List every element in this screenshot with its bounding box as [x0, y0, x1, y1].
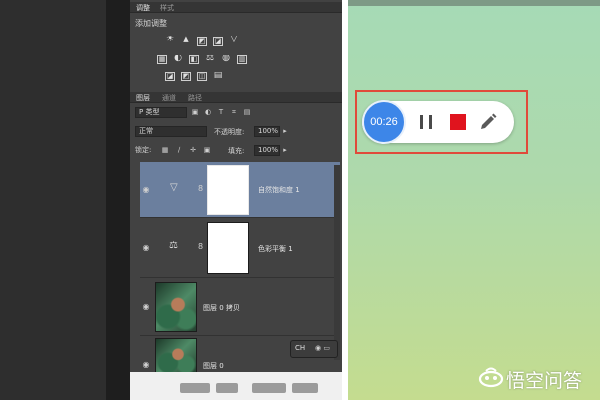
- layer-name[interactable]: 图层 0 拷贝: [203, 303, 240, 313]
- pen-icon[interactable]: [477, 111, 499, 133]
- lock-image-icon[interactable]: ∕: [174, 145, 184, 155]
- vibrance-icon[interactable]: ▽: [229, 36, 239, 45]
- opacity-dropdown-arrow-icon[interactable]: ▸: [280, 126, 290, 136]
- blurred-text: [252, 383, 286, 393]
- filter-adjustment-icon[interactable]: ◐: [203, 107, 213, 117]
- curves-icon[interactable]: ◩: [197, 37, 207, 46]
- blend-mode-select[interactable]: 正常: [135, 126, 207, 137]
- left-panel-edge: [106, 0, 130, 400]
- pause-bar: [420, 115, 423, 129]
- channel-mixer-icon[interactable]: ◍: [221, 55, 231, 64]
- hue-saturation-icon[interactable]: ▦: [157, 55, 167, 64]
- channels-mini-panel[interactable]: CH ◉ ▭: [290, 340, 338, 358]
- posterize-icon[interactable]: ◩: [181, 72, 191, 81]
- blurred-text: [180, 383, 210, 393]
- pause-button[interactable]: [418, 113, 434, 131]
- color-balance-icon[interactable]: ◐: [173, 55, 183, 64]
- filter-shape-icon[interactable]: ⌗: [229, 107, 239, 117]
- layers-scrollbar[interactable]: [334, 165, 340, 360]
- filter-pixel-icon[interactable]: ▣: [190, 107, 200, 117]
- filter-smart-object-icon[interactable]: ▤: [242, 107, 252, 117]
- link-icon[interactable]: 8: [198, 242, 203, 251]
- tab-styles[interactable]: 样式: [160, 3, 174, 13]
- eye-icon[interactable]: ◉: [141, 185, 151, 195]
- blurred-text: [292, 383, 318, 393]
- lock-all-icon[interactable]: ▣: [202, 145, 212, 155]
- layer-mask-thumbnail[interactable]: [207, 165, 249, 215]
- lock-label: 锁定:: [135, 146, 152, 154]
- link-icon[interactable]: 8: [198, 184, 203, 193]
- tab-channels[interactable]: 通道: [162, 93, 176, 103]
- screen-recorder-toolbar: 00:26: [362, 100, 514, 144]
- black-white-icon[interactable]: ◧: [189, 55, 199, 64]
- gradient-map-icon[interactable]: ▤: [213, 72, 223, 81]
- add-adjustment-label: 添加调整: [135, 19, 167, 28]
- photoshop-panel: 调整 样式 添加调整 ☀ ▲ ◩ ◪ ▽ ▦ ◐ ◧ ⚖ ◍ ▥ ◪ ◩ ◫ ▤…: [130, 0, 342, 385]
- photo-thumbnail[interactable]: [155, 338, 197, 374]
- brightness-icon[interactable]: ☀: [165, 36, 175, 45]
- opacity-label: 不透明度:: [214, 128, 245, 136]
- photo-thumbnail[interactable]: [155, 282, 197, 332]
- photo-filter-icon[interactable]: ⚖: [205, 55, 215, 64]
- layer-row-color-balance[interactable]: ◉ ⚖ 8 色彩平衡 1: [140, 218, 340, 278]
- color-lookup-icon[interactable]: ▥: [237, 55, 247, 64]
- eye-icon[interactable]: ◉: [141, 302, 151, 312]
- layers-tab-bar: 图层 通道 路径: [130, 92, 342, 103]
- layer-row-vibrance[interactable]: ◉ ▽ 8 自然饱和度 1: [140, 162, 340, 218]
- exposure-icon[interactable]: ◪: [213, 37, 223, 46]
- layer-row-copy[interactable]: ◉ 图层 0 拷贝: [140, 278, 340, 336]
- layer-mask-thumbnail[interactable]: [207, 222, 249, 274]
- vibrance-adjustment-icon: ▽: [170, 182, 178, 193]
- eye-icon[interactable]: ◉: [141, 360, 151, 370]
- stop-button[interactable]: [450, 114, 466, 130]
- watermark-text: 悟空问答: [506, 370, 583, 392]
- eye-icon[interactable]: ◉: [141, 243, 151, 253]
- layer-name[interactable]: 自然饱和度 1: [258, 185, 300, 195]
- fill-label: 填充:: [228, 147, 245, 155]
- fill-dropdown-arrow-icon[interactable]: ▸: [280, 145, 290, 155]
- channels-mini-icons: ◉ ▭: [315, 344, 330, 352]
- adjustments-tab-bar: 调整 样式: [130, 2, 342, 13]
- fill-input[interactable]: 100%: [254, 145, 280, 156]
- tab-layers[interactable]: 图层: [136, 93, 150, 103]
- desktop-green-background: [348, 0, 600, 400]
- color-balance-adjustment-icon: ⚖: [169, 240, 178, 251]
- blurred-text: [216, 383, 238, 393]
- lock-position-icon[interactable]: ✛: [188, 145, 198, 155]
- green-top-edge: [348, 0, 600, 6]
- recording-timer[interactable]: 00:26: [362, 100, 406, 144]
- pause-bar: [429, 115, 432, 129]
- wukong-logo-icon: [478, 366, 504, 388]
- tab-paths[interactable]: 路径: [188, 93, 202, 103]
- filter-type-icon[interactable]: T: [216, 107, 226, 117]
- layer-filter-select[interactable]: P 类型: [135, 107, 187, 118]
- invert-icon[interactable]: ◪: [165, 72, 175, 81]
- layer-name[interactable]: 色彩平衡 1: [258, 244, 293, 254]
- threshold-icon[interactable]: ◫: [197, 72, 207, 81]
- lock-transparent-icon[interactable]: ▦: [160, 145, 170, 155]
- tab-adjustments[interactable]: 调整: [136, 3, 150, 13]
- opacity-input[interactable]: 100%: [254, 126, 280, 137]
- levels-icon[interactable]: ▲: [181, 36, 191, 45]
- channels-mini-label: CH: [295, 344, 306, 352]
- layer-name[interactable]: 图层 0: [203, 361, 224, 371]
